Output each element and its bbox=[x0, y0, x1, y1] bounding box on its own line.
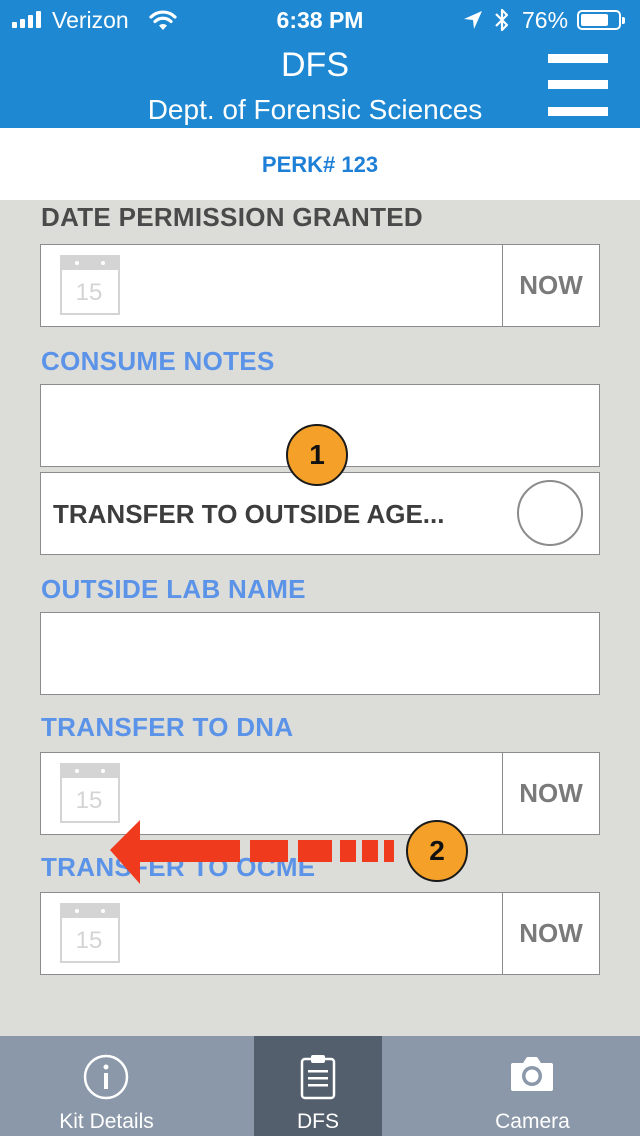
battery-percent: 76% bbox=[522, 7, 569, 33]
info-icon bbox=[83, 1054, 129, 1100]
transfer-outside-agency-toggle[interactable] bbox=[517, 480, 583, 546]
calendar-icon[interactable]: 15 bbox=[60, 903, 120, 963]
bluetooth-icon bbox=[495, 8, 509, 32]
tab-camera-label: Camera bbox=[495, 1110, 570, 1133]
consume-notes-label: CONSUME NOTES bbox=[41, 346, 275, 376]
date-permission-granted-label: DATE PERMISSION GRANTED bbox=[41, 202, 423, 232]
form-content[interactable]: DATE PERMISSION GRANTED 15 NOW CONSUME N… bbox=[0, 200, 640, 1036]
tab-dfs[interactable]: DFS bbox=[254, 1036, 382, 1136]
tab-kit-details-label: Kit Details bbox=[59, 1110, 154, 1133]
app-header: DFS Dept. of Forensic Sciences bbox=[0, 40, 640, 128]
clipboard-icon bbox=[300, 1055, 336, 1100]
hamburger-menu-icon[interactable] bbox=[548, 54, 608, 116]
annotation-badge-2: 2 bbox=[406, 820, 468, 882]
battery-fill bbox=[581, 14, 608, 26]
transfer-to-dna-now-button[interactable]: NOW bbox=[503, 753, 599, 834]
transfer-to-dna-label: TRANSFER TO DNA bbox=[41, 712, 294, 742]
status-bar: Verizon 6:38 PM 76% bbox=[0, 0, 640, 40]
outside-lab-name-field[interactable] bbox=[40, 612, 600, 695]
camera-icon bbox=[511, 1057, 553, 1091]
tab-kit-details[interactable]: Kit Details bbox=[0, 1036, 213, 1136]
calendar-day: 15 bbox=[76, 279, 103, 306]
transfer-to-ocme-field[interactable]: 15 NOW bbox=[40, 892, 600, 975]
date-permission-granted-field[interactable]: 15 NOW bbox=[40, 244, 600, 327]
calendar-icon[interactable]: 15 bbox=[60, 763, 120, 823]
transfer-to-ocme-label: TRANSFER TO OCME bbox=[41, 852, 316, 882]
perk-number: PERK# 123 bbox=[261, 152, 379, 177]
app-title: DFS bbox=[281, 46, 349, 84]
app-subtitle: Dept. of Forensic Sciences bbox=[147, 94, 483, 125]
tab-dfs-label: DFS bbox=[297, 1110, 339, 1133]
battery-icon bbox=[577, 10, 625, 30]
perk-bar: PERK# 123 bbox=[0, 128, 640, 200]
transfer-to-ocme-now-button[interactable]: NOW bbox=[503, 893, 599, 974]
annotation-badge-1: 1 bbox=[286, 424, 348, 486]
calendar-day: 15 bbox=[76, 787, 103, 814]
location-arrow-icon bbox=[464, 11, 482, 29]
calendar-icon[interactable]: 15 bbox=[60, 255, 120, 315]
tab-bar: Kit Details DFS Camera bbox=[0, 1036, 640, 1136]
transfer-outside-agency-label: TRANSFER TO OUTSIDE AGE... bbox=[53, 499, 445, 529]
date-permission-now-button[interactable]: NOW bbox=[503, 245, 599, 326]
transfer-to-dna-field[interactable]: 15 NOW bbox=[40, 752, 600, 835]
calendar-day: 15 bbox=[76, 927, 103, 954]
tab-camera[interactable]: Camera bbox=[425, 1036, 640, 1136]
outside-lab-name-label: OUTSIDE LAB NAME bbox=[41, 574, 306, 604]
